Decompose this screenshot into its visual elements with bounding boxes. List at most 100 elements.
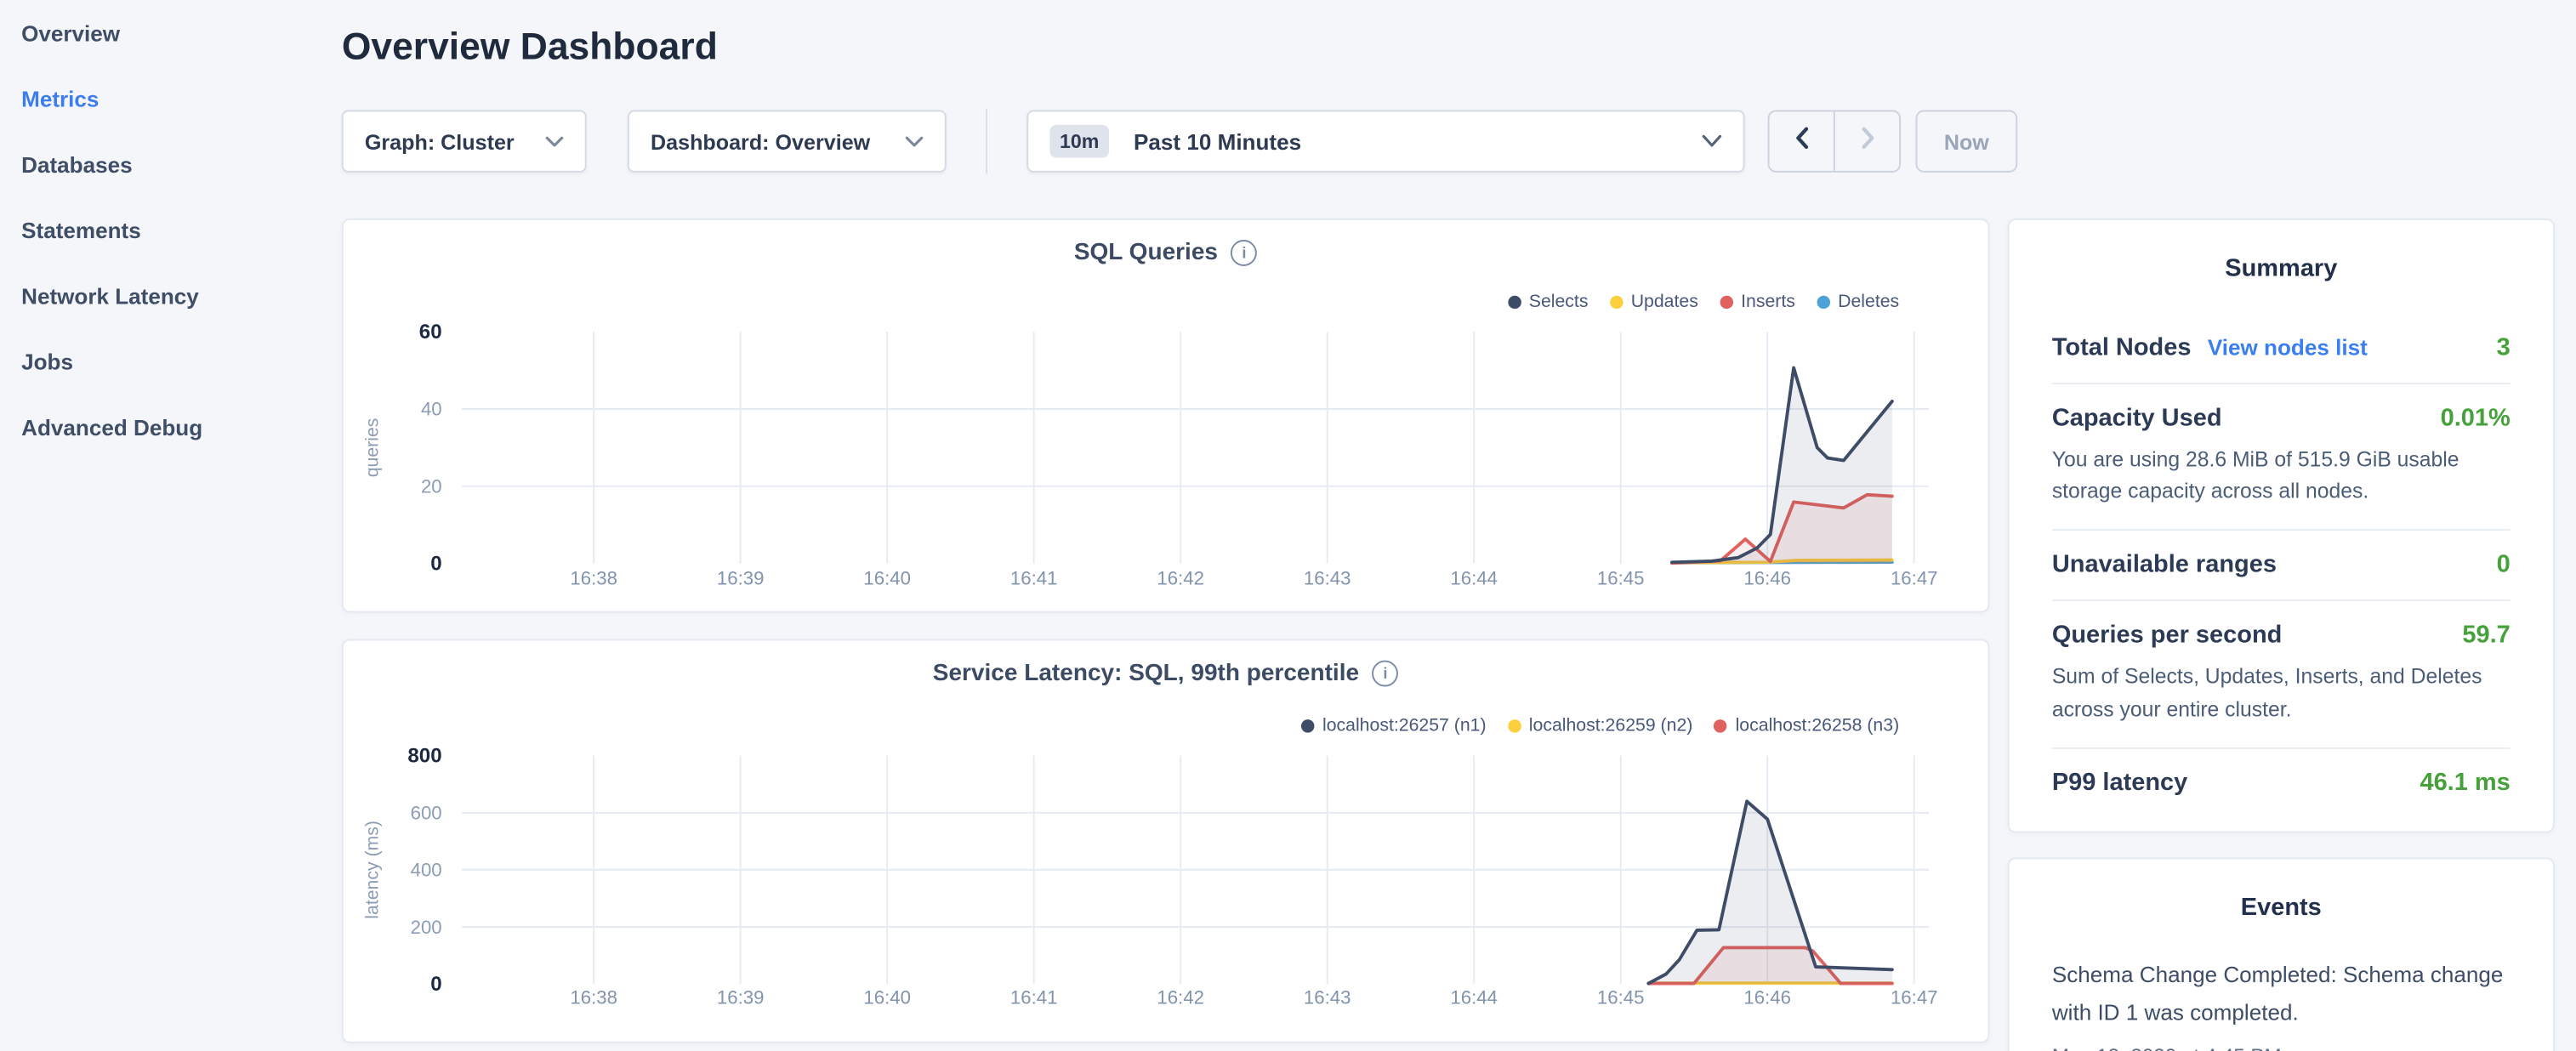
sql-queries-chart-card: 16:3816:3916:4016:4116:4216:4316:4416:45… <box>342 219 1990 613</box>
legend-item[interactable]: localhost:26257 (n1) <box>1301 716 1487 736</box>
dashboard-dropdown[interactable]: Dashboard: Overview <box>628 110 947 172</box>
summary-row: Unavailable ranges 0 <box>2052 531 2511 602</box>
legend-dot-icon <box>1720 296 1732 309</box>
sidebar-nav: OverviewMetricsDatabasesStatementsNetwor… <box>0 0 312 1051</box>
toolbar: Graph: Cluster Dashboard: Overview 10m P… <box>342 108 2555 173</box>
graph-dropdown-label: Graph: Cluster <box>365 129 515 154</box>
svg-text:16:42: 16:42 <box>1157 986 1204 1008</box>
legend-item[interactable]: Inserts <box>1720 293 1795 312</box>
svg-text:600: 600 <box>411 803 442 824</box>
svg-text:16:46: 16:46 <box>1743 986 1791 1008</box>
svg-text:16:39: 16:39 <box>717 986 765 1008</box>
chevron-down-icon <box>905 135 923 147</box>
page-title: Overview Dashboard <box>342 23 2555 69</box>
info-icon[interactable]: i <box>1231 240 1257 266</box>
events-heading: Events <box>2052 859 2511 921</box>
legend-item[interactable]: localhost:26258 (n3) <box>1714 716 1899 736</box>
legend-dot-icon <box>1610 296 1623 309</box>
service-latency-chart-card: 16:38 16:39 16:40 16:41 16:42 16:43 16:44 16:45… <box>342 639 1990 1042</box>
event-text: Schema Change Completed: Schema change w… <box>2052 957 2511 1033</box>
service-latency-plot[interactable]: 16:38 16:39 16:40 16:41 16:42 16:43 16:44 16:45… <box>344 640 1988 1041</box>
legend-dot-icon <box>1301 719 1314 732</box>
summary-rows: Total NodesView nodes list3Capacity Used… <box>2052 314 2511 818</box>
summary-row: P99 latency46.1 ms <box>2052 748 2511 817</box>
graph-dropdown[interactable]: Graph: Cluster <box>342 110 587 172</box>
svg-text:16:43: 16:43 <box>1304 568 1351 589</box>
svg-text:queries: queries <box>361 418 382 478</box>
legend-label: localhost:26257 (n1) <box>1322 716 1487 736</box>
legend-dot-icon <box>1508 296 1521 309</box>
right-column: Summary Total NodesView nodes list3Capac… <box>2008 219 2555 1051</box>
view-nodes-list-link[interactable]: View nodes list <box>2208 335 2368 360</box>
sidebar-item-statements[interactable]: Statements <box>0 199 312 264</box>
svg-text:20: 20 <box>421 476 442 497</box>
legend-label: Selects <box>1529 293 1589 312</box>
summary-row: Queries per second59.7Sum of Selects, Up… <box>2052 602 2511 749</box>
legend-label: Deletes <box>1838 293 1899 312</box>
chart-title-text: Service Latency: SQL, 99th percentile <box>933 661 1359 687</box>
legend-label: Inserts <box>1741 293 1795 312</box>
summary-row-value: 0.01% <box>2441 404 2511 432</box>
event-timestamp: May 13, 2020 at 4:45 PM <box>2052 1044 2511 1051</box>
chart-title: SQL Queries i <box>344 240 1988 266</box>
svg-text:40: 40 <box>421 399 442 420</box>
sidebar-item-advanced-debug[interactable]: Advanced Debug <box>0 396 312 462</box>
svg-text:16:41: 16:41 <box>1010 986 1058 1008</box>
series-fill <box>1672 368 1892 564</box>
sidebar-item-databases[interactable]: Databases <box>0 133 312 198</box>
prev-time-button[interactable] <box>1770 111 1834 171</box>
svg-text:200: 200 <box>411 917 442 938</box>
dashboard-dropdown-label: Dashboard: Overview <box>651 129 870 154</box>
time-range-selector[interactable]: 10m Past 10 Minutes <box>1026 110 1744 172</box>
legend-label: localhost:26258 (n3) <box>1736 716 1900 736</box>
svg-text:16:45: 16:45 <box>1597 986 1645 1008</box>
svg-text:16:38: 16:38 <box>570 986 617 1008</box>
info-icon[interactable]: i <box>1373 661 1399 687</box>
summary-row-description: Sum of Selects, Updates, Inserts, and De… <box>2052 661 2511 724</box>
svg-text:16:40: 16:40 <box>863 568 911 589</box>
toolbar-divider <box>986 108 987 173</box>
sql-queries-plot[interactable]: 16:3816:3916:4016:4116:4216:4316:4416:45… <box>344 220 1988 611</box>
summary-row-label: Queries per second <box>2052 622 2283 650</box>
svg-text:16:41: 16:41 <box>1010 568 1058 589</box>
svg-text:16:44: 16:44 <box>1450 568 1498 589</box>
svg-text:16:45: 16:45 <box>1597 568 1645 589</box>
now-button[interactable]: Now <box>1915 110 2017 172</box>
time-range-badge: 10m <box>1049 125 1109 158</box>
chart-legend: Selects Updates Inserts Deletes <box>1508 293 1899 312</box>
svg-text:16:47: 16:47 <box>1891 568 1938 589</box>
events-list: Schema Change Completed: Schema change w… <box>2052 957 2511 1051</box>
charts-column: 16:38 16:39 16:40 16:41 16:42 16:43 16:44 16:45… <box>342 219 1990 1051</box>
svg-text:16:46: 16:46 <box>1743 568 1791 589</box>
legend-item[interactable]: localhost:26259 (n2) <box>1508 716 1693 736</box>
summary-row-label: Unavailable ranges <box>2052 551 2277 579</box>
sidebar-item-jobs[interactable]: Jobs <box>0 330 312 395</box>
svg-text:16:44: 16:44 <box>1450 986 1498 1008</box>
summary-panel: Summary Total NodesView nodes list3Capac… <box>2008 219 2555 832</box>
sidebar-item-overview[interactable]: Overview <box>0 2 312 67</box>
summary-row: Capacity Used0.01%You are using 28.6 MiB… <box>2052 384 2511 531</box>
legend-dot-icon <box>1508 719 1521 732</box>
legend-label: Updates <box>1631 293 1698 312</box>
svg-text:16:43: 16:43 <box>1304 986 1351 1008</box>
svg-text:16:47: 16:47 <box>1891 986 1938 1008</box>
legend-item[interactable]: Selects <box>1508 293 1589 312</box>
summary-heading: Summary <box>2052 220 2511 282</box>
svg-text:16:42: 16:42 <box>1157 568 1204 589</box>
chart-title: Service Latency: SQL, 99th percentile i <box>344 661 1988 687</box>
sidebar-item-metrics[interactable]: Metrics <box>0 67 312 133</box>
svg-text:400: 400 <box>411 860 442 881</box>
dashboard-body: 16:38 16:39 16:40 16:41 16:42 16:43 16:44 16:45… <box>342 219 2555 1051</box>
legend-label: localhost:26259 (n2) <box>1529 716 1693 736</box>
summary-row-value: 0 <box>2497 551 2511 579</box>
svg-text:16:39: 16:39 <box>717 568 765 589</box>
legend-item[interactable]: Deletes <box>1817 293 1899 312</box>
svg-text:latency (ms): latency (ms) <box>361 821 382 919</box>
legend-item[interactable]: Updates <box>1610 293 1698 312</box>
next-time-button[interactable] <box>1834 111 1899 171</box>
chart-legend: localhost:26257 (n1) localhost:26259 (n2)… <box>1301 716 1899 736</box>
svg-text:16:40: 16:40 <box>863 986 911 1008</box>
sidebar-item-network-latency[interactable]: Network Latency <box>0 264 312 330</box>
svg-text:60: 60 <box>419 321 442 344</box>
svg-text:0: 0 <box>430 552 441 575</box>
